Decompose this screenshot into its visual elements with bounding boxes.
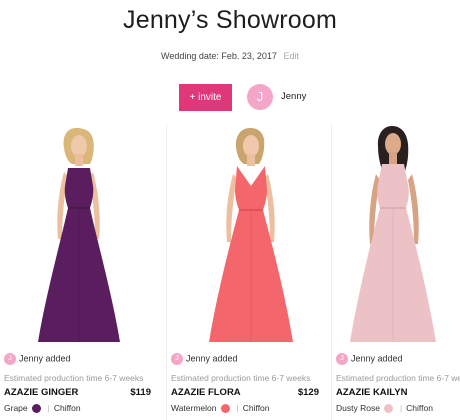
fabric-name: Chiffon — [242, 403, 270, 413]
color-swatch[interactable] — [220, 404, 230, 414]
production-time: Estimated production time 6-7 weeks — [4, 373, 144, 383]
added-by-row: J Jenny added — [336, 353, 403, 366]
color-swatch[interactable] — [31, 404, 41, 414]
production-time: Estimated production time 6-7 weeks — [171, 373, 311, 383]
product-card-kailyn[interactable]: J Jenny added Estimated production time 6… — [332, 124, 460, 420]
invite-button[interactable]: + invite — [179, 84, 232, 111]
added-by-row: J Jenny added — [4, 353, 71, 366]
added-by-text: Jenny added — [186, 353, 238, 364]
product-name[interactable]: AZAZIE GINGER — [4, 387, 78, 398]
product-card-flora[interactable]: J Jenny added Estimated production time 6… — [166, 124, 332, 420]
color-fabric-row: Watermelon | Chiffon — [171, 403, 270, 414]
avatar: J — [247, 84, 273, 110]
added-by-row: J Jenny added — [171, 353, 238, 366]
dress-model-image — [0, 124, 157, 346]
page-title: Jenny’s Showroom — [123, 6, 337, 34]
product-photo-ginger[interactable] — [0, 124, 157, 346]
added-by-text: Jenny added — [351, 353, 403, 364]
added-by-text: Jenny added — [19, 353, 71, 364]
color-name: Watermelon — [171, 403, 217, 413]
production-time: Estimated production time 6-7 weeks — [336, 373, 460, 383]
avatar: J — [171, 353, 183, 365]
fabric-name: Chiffon — [53, 403, 81, 413]
product-name[interactable]: AZAZIE KAILYN — [336, 387, 407, 398]
product-name[interactable]: AZAZIE FLORA — [171, 387, 241, 398]
divider: | — [236, 403, 239, 413]
owner-name: Jenny — [281, 91, 307, 102]
product-price: $129 — [297, 387, 319, 398]
dress-model-image — [332, 124, 460, 346]
avatar: J — [4, 353, 16, 365]
product-photo-kailyn[interactable] — [332, 124, 460, 346]
avatar: J — [336, 353, 348, 365]
product-photo-flora[interactable] — [167, 124, 331, 346]
divider: | — [47, 403, 50, 413]
fabric-name: Chiffon — [406, 403, 433, 413]
color-swatch[interactable] — [383, 404, 393, 414]
color-name: Dusty Rose — [336, 403, 380, 413]
wedding-date-text: Wedding date: Feb. 23, 2017 — [161, 51, 277, 61]
color-fabric-row: Dusty Rose | Chiffon — [336, 403, 433, 414]
wedding-date-row: Wedding date: Feb. 23, 2017 Edit — [0, 51, 460, 61]
product-card-ginger[interactable]: J Jenny added Estimated production time 6… — [0, 124, 157, 420]
product-price: $119 — [130, 387, 151, 398]
color-fabric-row: Grape | Chiffon — [4, 403, 81, 414]
color-name: Grape — [4, 403, 28, 413]
edit-wedding-date-link[interactable]: Edit — [283, 51, 299, 61]
dress-model-image — [167, 124, 331, 346]
divider: | — [399, 403, 403, 413]
